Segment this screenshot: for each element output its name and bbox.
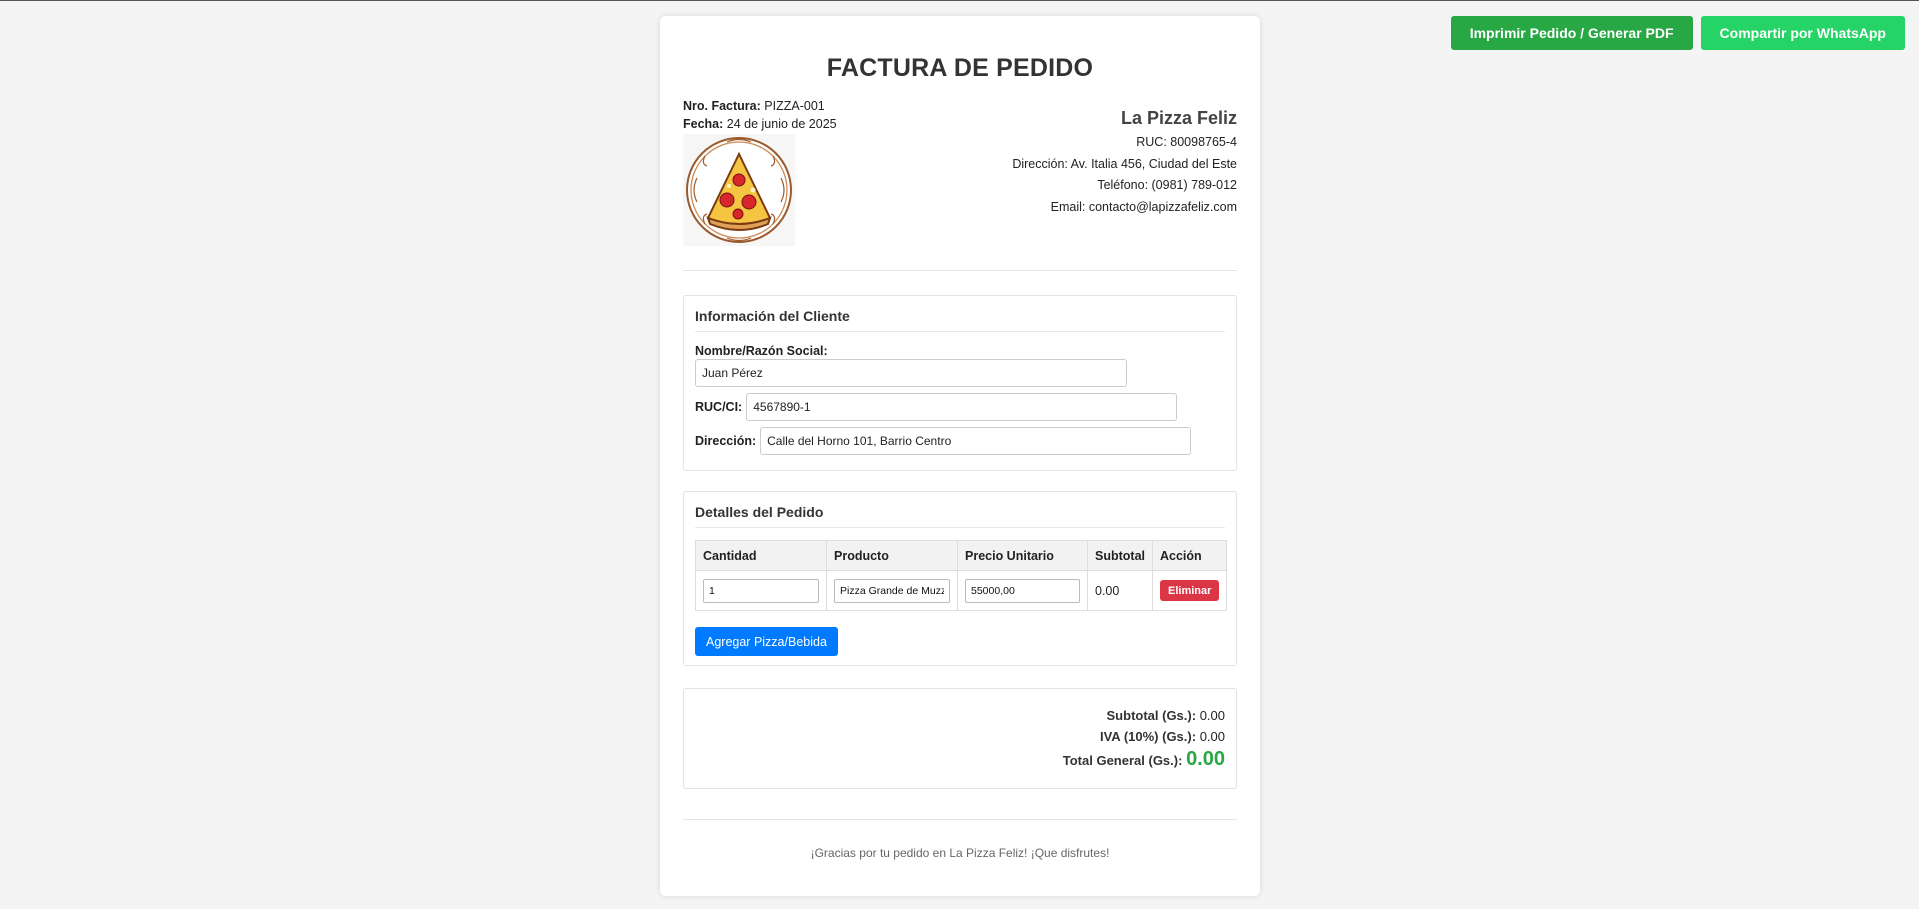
top-border xyxy=(0,0,1919,1)
row-subtotal: 0.00 xyxy=(1087,570,1153,611)
order-section-title: Detalles del Pedido xyxy=(695,504,1225,528)
client-section-title: Información del Cliente xyxy=(695,308,1225,332)
company-name: La Pizza Feliz xyxy=(1120,108,1237,128)
total-value: 0.00 xyxy=(1186,748,1225,770)
total-label: Total General (Gs.): xyxy=(1062,753,1183,768)
subtotal-label: Subtotal (Gs.): xyxy=(1106,708,1197,723)
invoice-date-label: Fecha: xyxy=(683,117,724,131)
footer-message: ¡Gracias por tu pedido en La Pizza Feliz… xyxy=(810,846,1110,860)
subtotal-value: 0.00 xyxy=(1199,708,1225,723)
column-header-unit-price: Precio Unitario xyxy=(957,540,1088,571)
iva-label: IVA (10%) (Gs.): xyxy=(1099,729,1197,744)
column-header-product: Producto xyxy=(826,540,958,571)
invoice-card: FACTURA DE PEDIDO Nro. Factura: PIZZA-00… xyxy=(660,16,1260,896)
invoice-header: Nro. Factura: PIZZA-001 Fecha: 24 de jun… xyxy=(683,97,1237,246)
unit-price-input[interactable] xyxy=(965,578,1080,603)
column-header-subtotal: Subtotal xyxy=(1087,540,1153,571)
company-info: La Pizza Feliz RUC: 80098765-4 Dirección… xyxy=(1012,106,1237,218)
client-section: Información del Cliente Nombre/Razón Soc… xyxy=(683,295,1237,471)
delete-row-button[interactable]: Eliminar xyxy=(1160,580,1220,601)
column-header-quantity: Cantidad xyxy=(695,540,827,571)
company-email: Email: contacto@lapizzafeliz.com xyxy=(1050,199,1237,214)
invoice-title: FACTURA DE PEDIDO xyxy=(826,54,1094,82)
company-address: Dirección: Av. Italia 456, Ciudad del Es… xyxy=(1012,156,1237,171)
client-name-input[interactable] xyxy=(695,359,1127,387)
share-whatsapp-button[interactable]: Compartir por WhatsApp xyxy=(1700,16,1905,50)
totals-section: Subtotal (Gs.): 0.00 IVA (10%) (Gs.): 0.… xyxy=(683,688,1237,789)
client-ruc-label: RUC/CI: xyxy=(695,400,743,414)
client-name-label: Nombre/Razón Social: xyxy=(695,344,828,358)
client-address-input[interactable] xyxy=(760,427,1192,455)
column-header-action: Acción xyxy=(1151,540,1228,571)
footer-divider xyxy=(683,819,1237,820)
company-phone: Teléfono: (0981) 789-012 xyxy=(1097,178,1237,192)
order-table: Cantidad Producto Precio Unitario Subtot… xyxy=(695,540,1228,611)
top-actions: Imprimir Pedido / Generar PDF Compartir … xyxy=(1450,16,1905,50)
invoice-date: 24 de junio de 2025 xyxy=(726,117,837,131)
header-divider xyxy=(683,270,1237,271)
client-address-label: Dirección: xyxy=(695,434,757,448)
pizza-slice-icon xyxy=(683,134,795,246)
iva-value: 0.00 xyxy=(1199,729,1225,744)
invoice-meta: Nro. Factura: PIZZA-001 Fecha: 24 de jun… xyxy=(683,97,837,133)
add-item-button[interactable]: Agregar Pizza/Bebida xyxy=(695,627,838,656)
company-ruc: RUC: 80098765-4 xyxy=(1136,135,1237,149)
order-section: Detalles del Pedido Cantidad Producto Pr… xyxy=(683,491,1237,666)
invoice-number: PIZZA-001 xyxy=(764,99,825,113)
quantity-input[interactable] xyxy=(703,578,819,603)
product-input[interactable] xyxy=(834,578,950,603)
print-pdf-button[interactable]: Imprimir Pedido / Generar PDF xyxy=(1450,16,1693,50)
client-ruc-input[interactable] xyxy=(746,393,1178,421)
table-row: 0.00 Eliminar xyxy=(695,570,1228,611)
invoice-number-label: Nro. Factura: xyxy=(683,99,761,113)
